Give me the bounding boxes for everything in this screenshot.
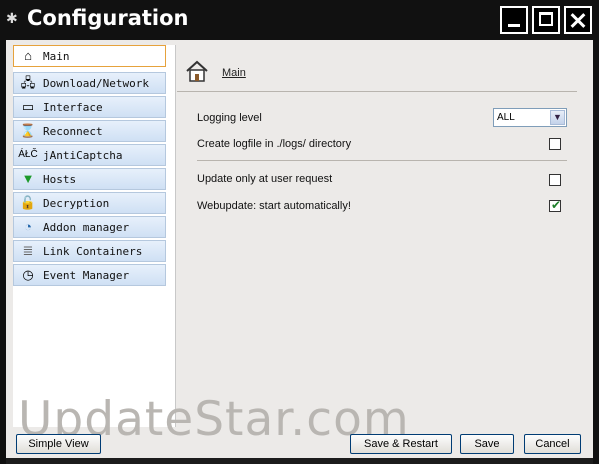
home-icon [186,60,208,82]
maximize-button[interactable] [532,6,560,34]
sidebar-item-janticaptcha[interactable]: ÁŁČ jAntiCaptcha [13,144,166,166]
sidebar-item-download-network[interactable]: 🖧 Download/Network [13,72,166,94]
update-only-label: Update only at user request [197,173,333,185]
logging-level-select[interactable]: ALL ▼ [493,108,567,127]
window-right-border [593,40,599,464]
sidebar-item-hosts[interactable]: ▼ Hosts [13,168,166,190]
content-area: ⌂ Main 🖧 Download/Network ▭ Interface ⌛ … [6,40,593,458]
captcha-icon: ÁŁČ [18,149,38,160]
title-bar[interactable]: ✱ Configuration [0,0,599,40]
webupdate-checkbox[interactable]: ✔ [549,198,562,212]
minimize-button[interactable] [500,6,528,34]
create-logfile-checkbox[interactable] [549,138,561,150]
sidebar: ⌂ Main 🖧 Download/Network ▭ Interface ⌛ … [13,45,176,427]
sidebar-item-interface[interactable]: ▭ Interface [13,96,166,118]
create-logfile-label: Create logfile in ./logs/ directory [197,138,352,150]
app-icon: ✱ [6,10,18,26]
down-arrow-icon: ▼ [21,171,35,186]
section-divider [197,160,567,161]
chevron-down-icon[interactable]: ▼ [550,110,565,125]
clock-icon: ◷ [22,267,34,282]
cancel-button[interactable]: Cancel [524,434,581,454]
sidebar-item-decryption[interactable]: 🔓 Decryption [13,192,166,214]
network-icon: 🖧 [20,75,36,90]
minimize-icon [508,24,520,27]
close-button[interactable] [564,6,592,34]
home-icon: ⌂ [24,48,32,63]
simple-view-button[interactable]: Simple View [16,434,101,454]
checkmark-icon: ✔ [550,198,562,212]
sidebar-item-main[interactable]: ⌂ Main [13,45,166,67]
update-only-checkbox[interactable] [549,174,561,186]
save-restart-button[interactable]: Save & Restart [350,434,452,454]
configuration-window: ✱ Configuration ⌂ Main 🖧 Download/Networ… [0,0,599,464]
sidebar-item-reconnect[interactable]: ⌛ Reconnect [13,120,166,142]
addon-icon: ◔ [24,219,32,234]
window-icon: ▭ [21,99,35,114]
header-divider [177,91,577,92]
window-title: Configuration [27,6,189,30]
maximize-icon [539,12,553,26]
logging-level-label: Logging level [197,112,262,124]
sidebar-item-event-manager[interactable]: ◷ Event Manager [13,264,166,286]
breadcrumb-main-link[interactable]: Main [222,67,246,79]
sidebar-item-link-containers[interactable]: ≣ Link Containers [13,240,166,262]
webupdate-label: Webupdate: start automatically! [197,200,351,212]
sidebar-item-addon-manager[interactable]: ◔ Addon manager [13,216,166,238]
lock-icon: 🔓 [19,195,37,210]
database-icon: ≣ [22,243,34,258]
save-button[interactable]: Save [460,434,514,454]
hourglass-icon: ⌛ [19,123,37,138]
settings-panel: Main Logging level ALL ▼ Create logfile … [177,45,590,427]
